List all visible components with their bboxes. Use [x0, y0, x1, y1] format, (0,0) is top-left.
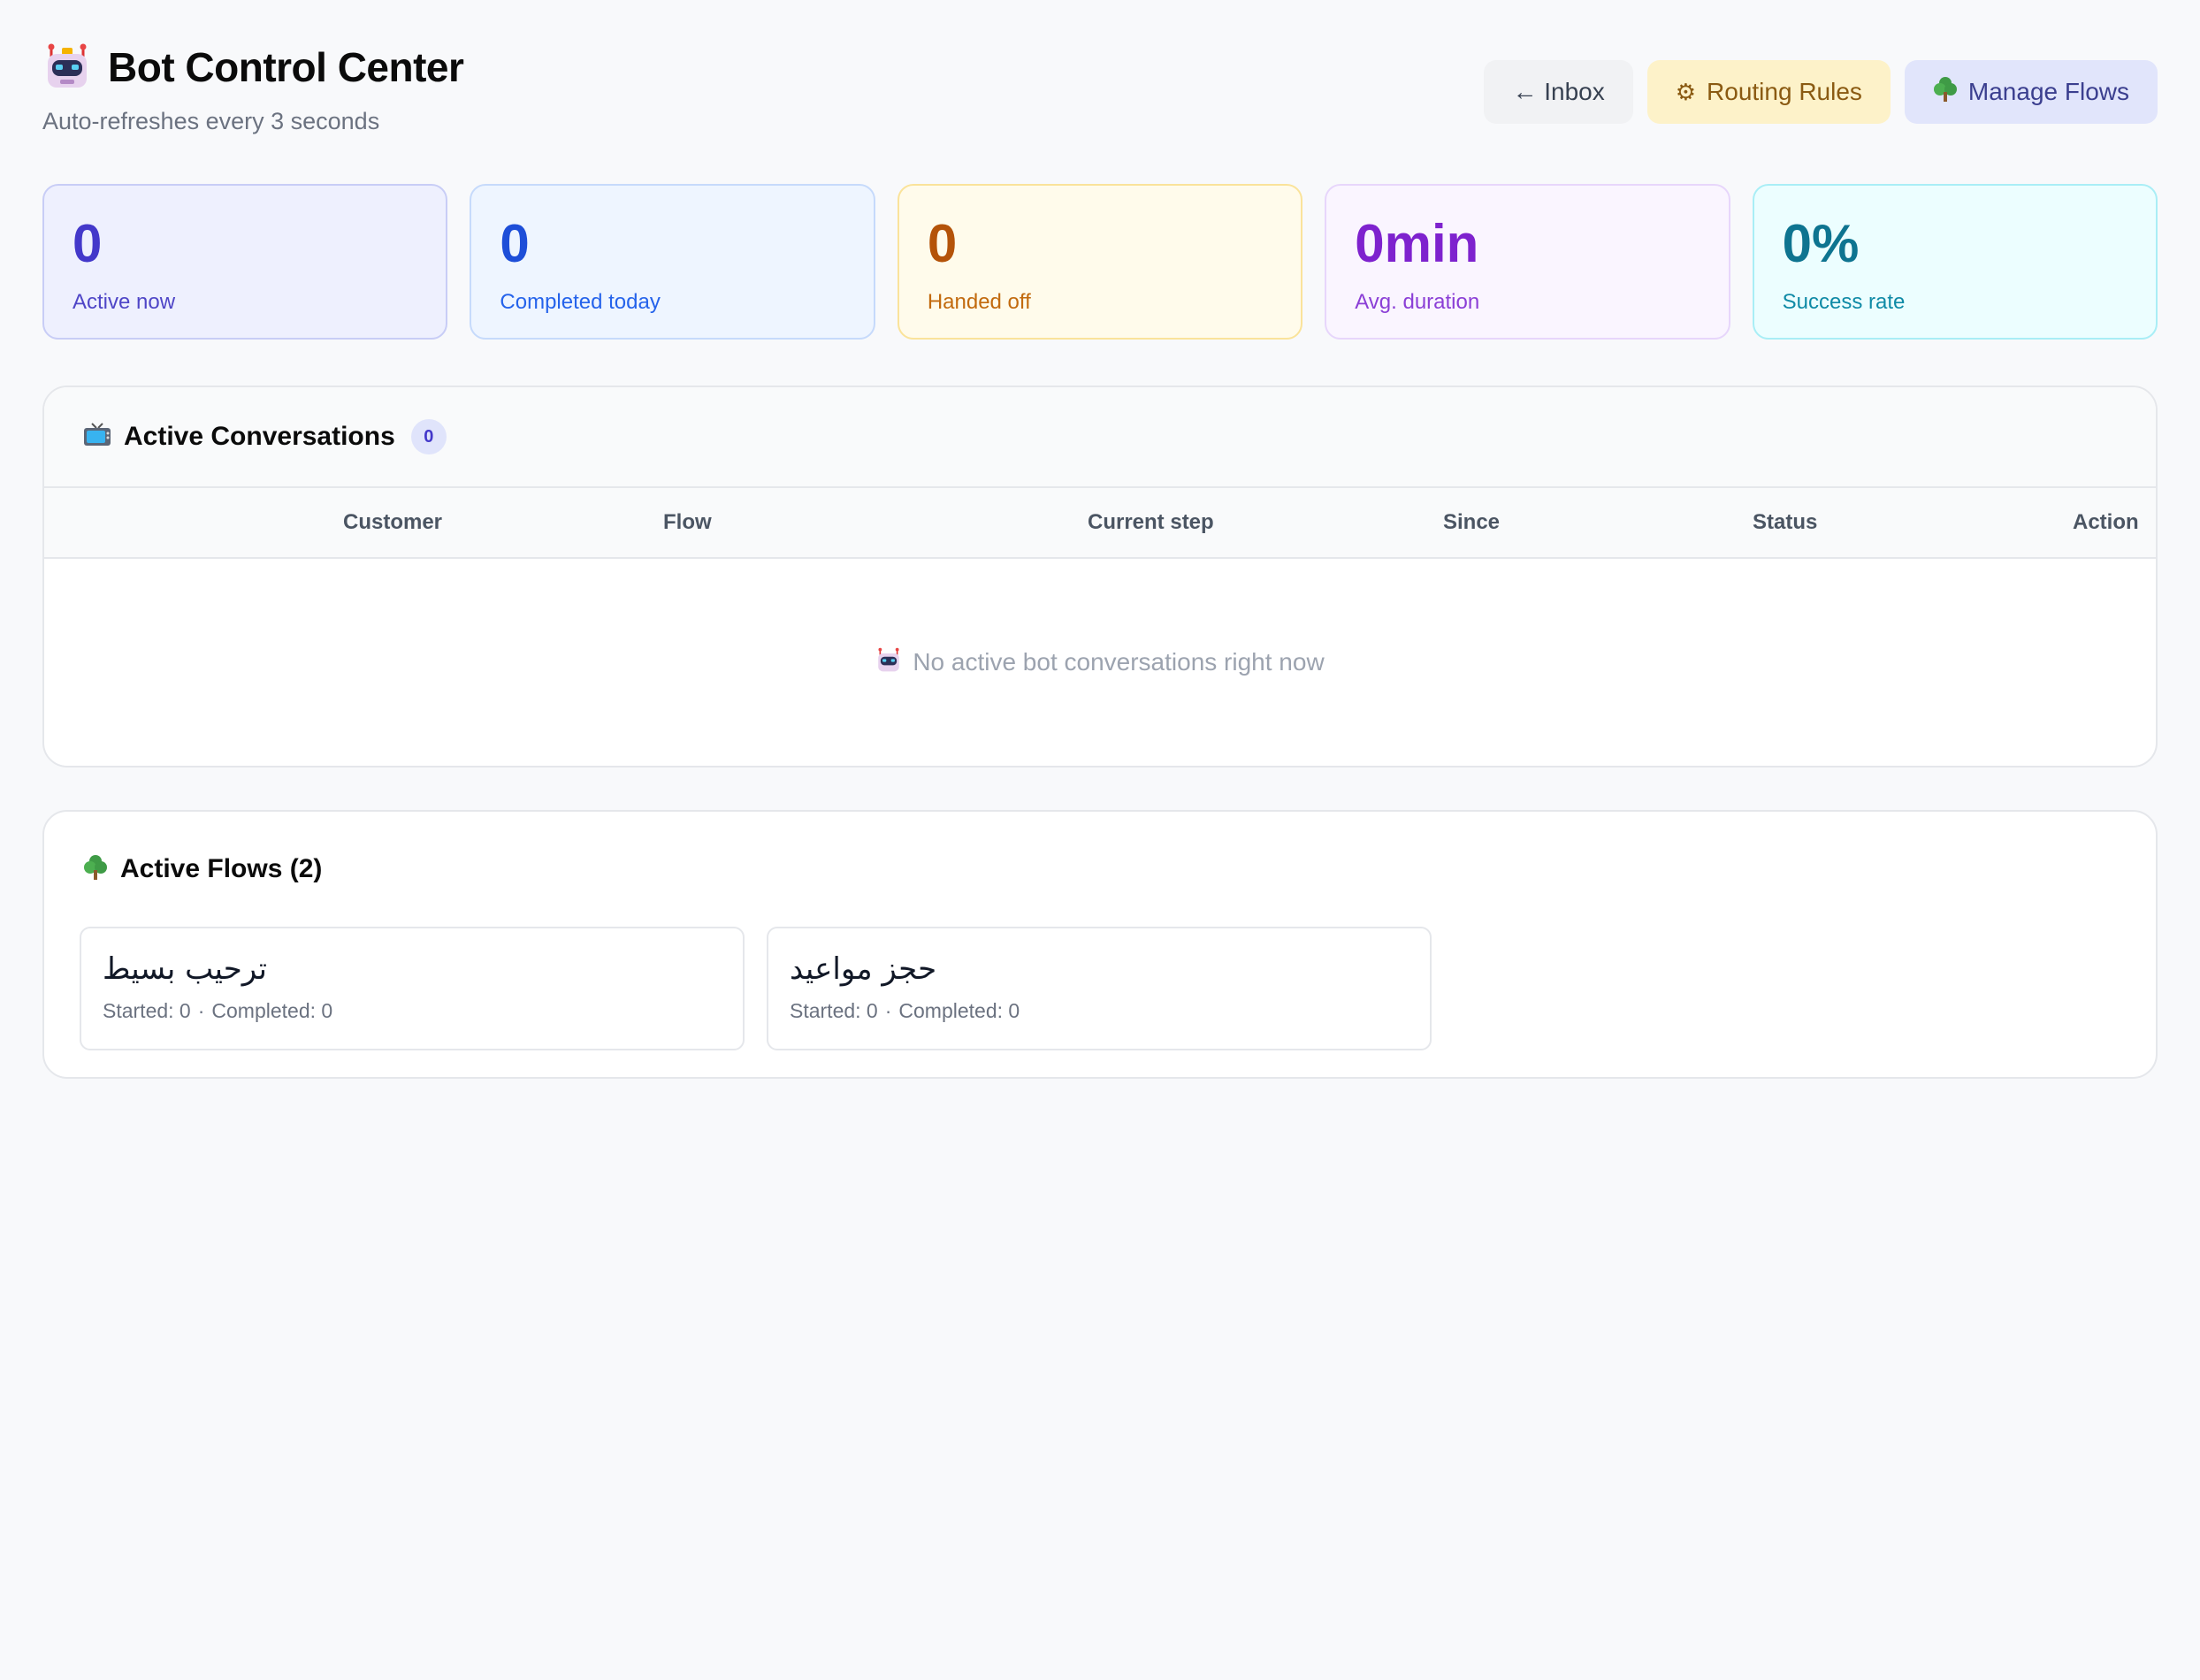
- flow-list: ترحيب بسيط Started: 0 · Completed: 0 حجز م…: [44, 927, 2156, 1050]
- stat-value: 0: [500, 214, 530, 273]
- stat-label: Avg. duration: [1355, 290, 1480, 314]
- flow-completed-count: Completed: 0: [211, 999, 333, 1022]
- routing-rules-button[interactable]: ⚙ Routing Rules: [1646, 60, 1891, 124]
- header-actions: ← Inbox ⚙ Routing Rules Manage Flows: [1484, 60, 2158, 124]
- gear-icon: ⚙: [1675, 78, 1697, 105]
- flow-name: حجز مواعيد: [790, 951, 937, 987]
- page-header: Bot Control Center Auto-refreshes every …: [42, 42, 2158, 149]
- active-conversations-panel: Active Conversations 0 Customer Flow Cur…: [42, 386, 2158, 767]
- panel-title: Active Conversations: [124, 422, 395, 451]
- bot-control-center-page: Bot Control Center Auto-refreshes every …: [0, 0, 2200, 1680]
- count-badge: 0: [410, 419, 447, 454]
- flow-card[interactable]: حجز مواعيد Started: 0 · Completed: 0: [767, 927, 1432, 1050]
- flow-stats: Started: 0 · Completed: 0: [790, 999, 1409, 1023]
- column-header-status: Status: [1753, 510, 1818, 534]
- flow-started-count: Started: 0: [103, 999, 191, 1022]
- manage-flows-label: Manage Flows: [1967, 78, 2129, 105]
- stat-value: 0min: [1355, 214, 1479, 273]
- stat-card-success-rate: 0% Success rate: [1752, 184, 2158, 340]
- empty-state: No active bot conversations right now: [44, 559, 2156, 766]
- active-flows-panel: Active Flows (2) ترحيب بسيط Started: 0 · C…: [42, 810, 2158, 1079]
- robot-icon: [42, 42, 92, 92]
- routing-rules-label: Routing Rules: [1707, 78, 1862, 105]
- stats-row: 0 Active now 0 Completed today 0 Handed …: [42, 184, 2158, 340]
- tree-icon: [1933, 76, 1958, 109]
- separator: ·: [884, 999, 892, 1022]
- flow-completed-count: Completed: 0: [898, 999, 1020, 1022]
- stat-value: 0: [73, 214, 103, 273]
- inbox-button[interactable]: ← Inbox: [1484, 60, 1633, 124]
- stat-label: Handed off: [927, 290, 1031, 314]
- tv-icon: [83, 422, 111, 453]
- stat-label: Completed today: [500, 290, 661, 314]
- flow-stats: Started: 0 · Completed: 0: [103, 999, 722, 1023]
- panel-header: Active Conversations 0: [44, 387, 2156, 488]
- flow-card[interactable]: ترحيب بسيط Started: 0 · Completed: 0: [80, 927, 745, 1050]
- manage-flows-button[interactable]: Manage Flows: [1904, 60, 2158, 124]
- stat-label: Success rate: [1782, 290, 1906, 314]
- page-title: Bot Control Center: [108, 44, 464, 90]
- robot-icon: [875, 647, 902, 678]
- column-header-action: Action: [2073, 510, 2139, 534]
- column-header-current-step: Current step: [1088, 510, 1214, 534]
- stat-label: Active now: [73, 290, 176, 314]
- column-header-flow: Flow: [663, 510, 712, 534]
- stat-card-active-now: 0 Active now: [42, 184, 448, 340]
- stat-value: 0: [927, 214, 958, 273]
- separator: ·: [197, 999, 205, 1022]
- flow-name: ترحيب بسيط: [103, 951, 268, 987]
- column-header-since: Since: [1443, 510, 1501, 534]
- tree-icon: [83, 854, 108, 885]
- table-header: Customer Flow Current step Since Status …: [44, 488, 2156, 559]
- inbox-button-label: ← Inbox: [1512, 78, 1605, 105]
- panel-header: Active Flows (2): [44, 812, 2156, 927]
- stat-card-avg-duration: 0min Avg. duration: [1325, 184, 1730, 340]
- empty-state-message: No active bot conversations right now: [913, 648, 1325, 676]
- stat-value: 0%: [1782, 214, 1860, 273]
- flow-started-count: Started: 0: [790, 999, 878, 1022]
- stat-card-handed-off: 0 Handed off: [897, 184, 1303, 340]
- column-header-customer: Customer: [343, 510, 443, 534]
- panel-title: Active Flows (2): [120, 854, 323, 883]
- stat-card-completed-today: 0 Completed today: [470, 184, 875, 340]
